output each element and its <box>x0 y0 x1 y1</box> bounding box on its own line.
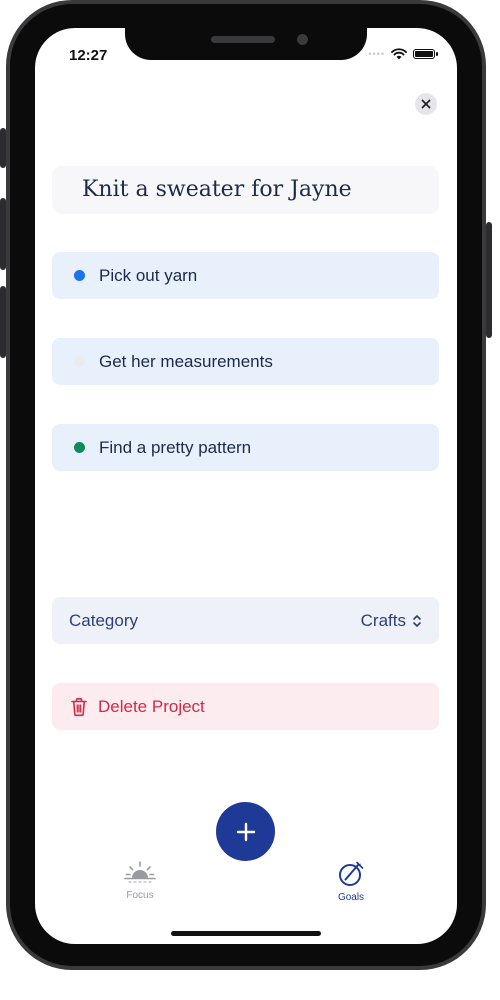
app-screen: 12:27 •••• Knit a sweater for Jayne Pick… <box>35 28 457 944</box>
task-item[interactable]: Pick out yarn <box>52 252 439 299</box>
delete-project-button[interactable]: Delete Project <box>52 683 439 730</box>
sunrise-icon <box>124 861 156 883</box>
plus-icon <box>236 822 255 841</box>
status-time: 12:27 <box>69 47 108 64</box>
speaker-grille <box>211 36 275 43</box>
task-status-dot[interactable] <box>74 270 85 281</box>
signal-dots-icon: •••• <box>368 49 385 59</box>
task-item[interactable]: Find a pretty pattern <box>52 424 439 471</box>
project-title-field[interactable]: Knit a sweater for Jayne <box>52 166 439 214</box>
trash-icon <box>71 697 87 716</box>
category-label: Category <box>69 610 138 630</box>
task-label: Get her measurements <box>99 351 273 371</box>
battery-level <box>415 51 433 57</box>
category-selector[interactable]: Crafts <box>361 611 422 631</box>
task-status-dot[interactable] <box>74 442 85 453</box>
target-pencil-icon <box>339 861 364 886</box>
category-picker[interactable]: Category Crafts <box>52 597 439 644</box>
home-indicator[interactable] <box>171 931 321 936</box>
battery-icon <box>413 49 438 59</box>
status-icons: •••• <box>368 48 438 60</box>
tab-focus[interactable]: Focus <box>100 860 180 901</box>
task-label: Pick out yarn <box>99 265 198 285</box>
wifi-icon <box>391 48 407 60</box>
volume-up-button <box>0 198 6 270</box>
delete-project-label: Delete Project <box>98 696 205 716</box>
power-button <box>486 222 492 338</box>
tab-goals-label: Goals <box>337 892 365 903</box>
chevron-up-down-icon <box>413 614 421 627</box>
task-status-dot[interactable] <box>74 356 85 367</box>
project-title: Knit a sweater for Jayne <box>82 176 352 202</box>
task-label: Find a pretty pattern <box>99 437 252 457</box>
tab-focus-label: Focus <box>126 890 154 901</box>
add-button[interactable] <box>216 802 275 861</box>
notch <box>125 28 367 60</box>
tab-goals[interactable]: Goals <box>311 860 391 903</box>
close-button[interactable] <box>415 93 437 115</box>
volume-down-button <box>0 286 6 358</box>
front-camera <box>297 34 308 45</box>
task-item[interactable]: Get her measurements <box>52 338 439 385</box>
close-icon <box>421 99 431 109</box>
mute-switch <box>0 128 6 168</box>
category-value: Crafts <box>360 610 406 630</box>
